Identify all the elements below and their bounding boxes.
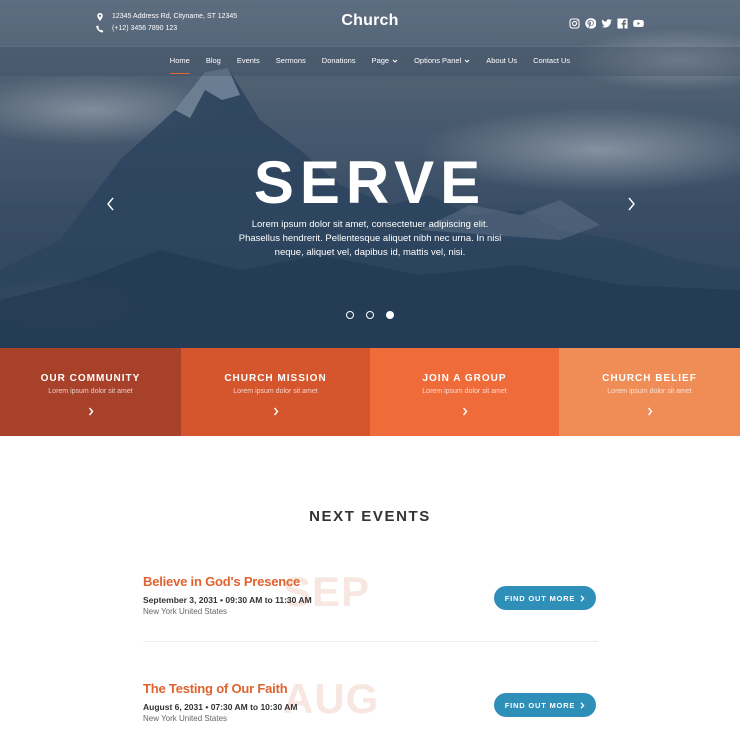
feature-church-mission[interactable]: CHURCH MISSION Lorem ipsum dolor sit ame…: [181, 348, 370, 436]
feature-text: Lorem ipsum dolor sit amet: [422, 388, 507, 395]
instagram-icon[interactable]: [569, 16, 580, 29]
nav-item-events[interactable]: Events: [237, 56, 260, 65]
feature-our-community[interactable]: OUR COMMUNITY Lorem ipsum dolor sit amet: [0, 348, 181, 436]
chevron-right-icon: [461, 403, 469, 416]
nav-item-sermons[interactable]: Sermons: [276, 56, 306, 65]
nav-item-page[interactable]: Page: [372, 56, 399, 65]
youtube-icon[interactable]: [633, 16, 644, 28]
top-bar: 12345 Address Rd, Cityname, ST 12345 (+1…: [0, 0, 740, 46]
find-out-more-button[interactable]: FIND OUT MORE: [494, 586, 596, 610]
social-links: [569, 16, 644, 29]
slider-prev-button[interactable]: [104, 196, 118, 212]
chevron-right-icon: [87, 403, 95, 416]
feature-title: CHURCH MISSION: [224, 373, 327, 384]
feature-church-belief[interactable]: CHURCH BELIEF Lorem ipsum dolor sit amet: [559, 348, 740, 436]
event-item: SEP Believe in God's Presence September …: [143, 568, 598, 644]
feature-text: Lorem ipsum dolor sit amet: [48, 388, 133, 395]
slider-next-button[interactable]: [624, 196, 638, 212]
feature-boxes: OUR COMMUNITY Lorem ipsum dolor sit amet…: [0, 348, 740, 436]
twitter-icon[interactable]: [601, 16, 612, 28]
chevron-right-icon: [580, 594, 585, 602]
nav-item-about-us[interactable]: About Us: [486, 56, 517, 65]
slider-dot-2[interactable]: [366, 311, 374, 319]
slider-dots: [0, 311, 740, 319]
nav-item-blog[interactable]: Blog: [206, 56, 221, 65]
chevron-right-icon: [272, 403, 280, 416]
feature-text: Lorem ipsum dolor sit amet: [233, 388, 318, 395]
chevron-down-icon: [464, 59, 470, 63]
chevron-down-icon: [392, 59, 398, 63]
pinterest-icon[interactable]: [585, 16, 597, 29]
slider-dot-3[interactable]: [386, 311, 394, 319]
nav-item-donations[interactable]: Donations: [322, 56, 356, 65]
main-nav: Home Blog Events Sermons Donations Page …: [0, 46, 740, 76]
chevron-right-icon: [580, 701, 585, 709]
feature-text: Lorem ipsum dolor sit amet: [607, 388, 692, 395]
event-item: AUG The Testing of Our Faith August 6, 2…: [143, 675, 598, 740]
feature-join-a-group[interactable]: JOIN A GROUP Lorem ipsum dolor sit amet: [370, 348, 559, 436]
nav-item-options-panel[interactable]: Options Panel: [414, 56, 470, 65]
slider-dot-1[interactable]: [346, 311, 354, 319]
feature-title: JOIN A GROUP: [422, 373, 507, 384]
chevron-right-icon: [628, 197, 635, 211]
nav-item-home[interactable]: Home: [169, 56, 190, 74]
chevron-left-icon: [107, 197, 114, 211]
find-out-more-button[interactable]: FIND OUT MORE: [494, 693, 596, 717]
feature-title: CHURCH BELIEF: [602, 373, 697, 384]
chevron-right-icon: [646, 403, 654, 416]
feature-title: OUR COMMUNITY: [40, 373, 141, 384]
facebook-icon[interactable]: [617, 16, 628, 29]
section-title: NEXT EVENTS: [309, 508, 431, 525]
hero-text: Lorem ipsum dolor sit amet, consectetuer…: [238, 219, 502, 258]
divider: [143, 641, 598, 642]
nav-item-contact-us[interactable]: Contact Us: [533, 56, 570, 65]
hero-slider: 12345 Address Rd, Cityname, ST 12345 (+1…: [0, 0, 740, 348]
